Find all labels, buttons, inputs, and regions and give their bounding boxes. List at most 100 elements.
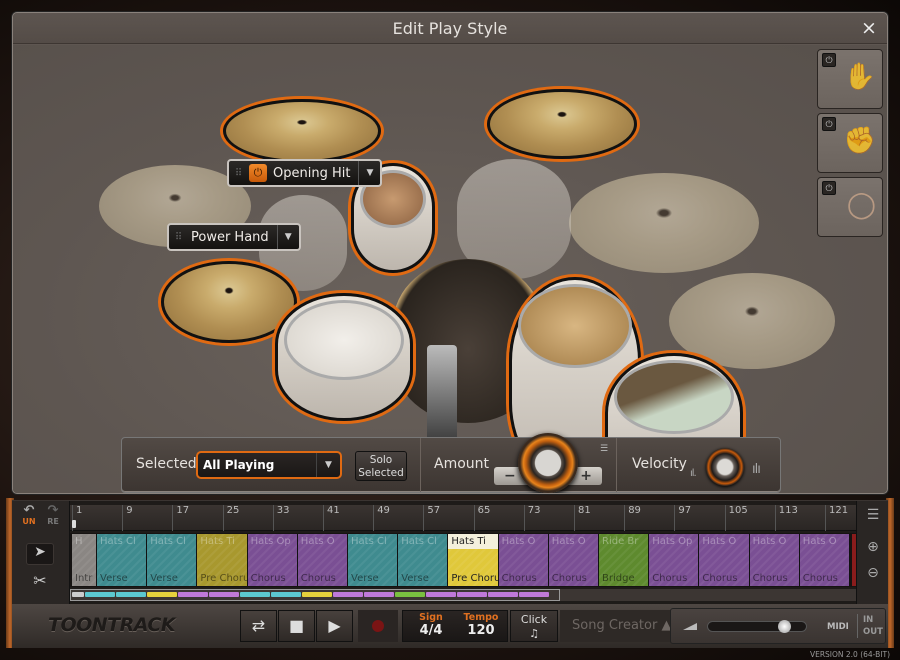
block-section: Chorus [802, 573, 838, 584]
percussion-tambourine[interactable]: ⏻ ◯ [817, 177, 883, 237]
song-block[interactable]: Hats Cl Verse [97, 534, 148, 586]
volume-slider-thumb[interactable] [778, 620, 791, 633]
snare-drum[interactable] [275, 293, 413, 421]
ruler-tick: 65 [473, 505, 490, 531]
song-block[interactable]: H Intr [72, 534, 97, 586]
song-block[interactable]: Hats O Chorus [699, 534, 750, 586]
song-block[interactable]: Hats O Chorus [297, 534, 348, 586]
ruler-tick: 97 [674, 505, 691, 531]
velocity-knob[interactable] [706, 448, 744, 486]
dialog-title: Edit Play Style [392, 19, 508, 38]
ruler-tick: 41 [323, 505, 340, 531]
zoom-out-icon[interactable]: ⊖ [862, 565, 884, 581]
tambourine-icon: ◯ [846, 190, 876, 220]
amount-knob[interactable] [518, 433, 578, 493]
midi-out-label: OUT [863, 627, 883, 637]
midi-in-label: IN [863, 615, 874, 625]
ruler-tick: 81 [574, 505, 591, 531]
stop-button[interactable]: ■ [278, 610, 315, 642]
undo-button[interactable]: ↶ UN [18, 503, 40, 526]
power-icon[interactable]: ⏻ [822, 53, 836, 67]
velocity-high-icon: ılı [752, 462, 761, 477]
pointer-tool-button[interactable]: ➤ [26, 543, 54, 565]
record-button[interactable] [358, 610, 398, 642]
overview-viewport[interactable] [70, 589, 560, 601]
song-block[interactable]: Hats O Chorus [548, 534, 599, 586]
selected-dropdown[interactable]: All Playing ▼ [196, 451, 342, 479]
song-block[interactable]: Hats Ti Pre Chorus [197, 534, 248, 586]
dialog-titlebar: Edit Play Style × [13, 13, 887, 44]
block-section: Pre Chorus [200, 573, 246, 584]
edit-play-style-dialog: Edit Play Style × ⠿ ⏻ Opening Hit ▼ ⠿ Po… [12, 12, 888, 494]
percussion-shaker[interactable]: ⏻ ✊ [817, 113, 883, 173]
amount-label: Amount [434, 456, 490, 472]
sign-display[interactable]: Sign 4/4 [409, 612, 453, 638]
undo-icon: ↶ [23, 503, 35, 518]
block-title: H [75, 536, 83, 547]
chevron-down-icon[interactable]: ▼ [358, 161, 380, 185]
sign-tempo-display[interactable]: Sign 4/4 Tempo 120 [402, 610, 508, 642]
song-block[interactable]: Hats Ti Pre Chorus [448, 534, 499, 586]
power-icon[interactable]: ⏻ [822, 117, 836, 131]
master-volume-slider[interactable] [707, 620, 807, 633]
block-title: Hats Ti [200, 536, 235, 547]
power-on-icon[interactable]: ⏻ [249, 164, 267, 182]
block-title: Hats O [802, 536, 837, 547]
drag-handle-icon[interactable]: ⠿ [229, 161, 249, 185]
block-title: Hats O [702, 536, 737, 547]
solo-selected-button[interactable]: Solo Selected [355, 451, 407, 481]
midi-in-out-indicator: IN OUT [857, 614, 883, 638]
block-section: Verse [150, 573, 178, 584]
block-title: Hats O [300, 536, 335, 547]
close-icon[interactable]: × [859, 18, 879, 38]
floor-tom-1-head [518, 284, 632, 368]
articulation-popup-power-hand[interactable]: ⠿ Power Hand ▼ [167, 223, 301, 251]
playhead-marker[interactable] [72, 520, 76, 528]
power-icon[interactable]: ⏻ [822, 181, 836, 195]
zoom-in-icon[interactable]: ⊕ [862, 539, 884, 555]
china-cymbal[interactable] [487, 89, 637, 159]
loop-button[interactable]: ⇄ [240, 610, 277, 642]
song-block[interactable]: Hats O Chorus [498, 534, 549, 586]
hand-claps-icon: ✋ [843, 62, 876, 92]
block-section: Bridge [602, 573, 635, 584]
articulation-label: Power Hand [191, 229, 269, 245]
percussion-hand-claps[interactable]: ⏻ ✋ [817, 49, 883, 109]
track-lane[interactable]: H Intr Hats Cl Verse Hats Cl Verse Hats Ti Pre … [70, 533, 858, 587]
redo-button[interactable]: ↷ RE [42, 504, 64, 526]
crash-cymbal-opening-hit[interactable] [223, 99, 381, 163]
track-menu-icon[interactable]: ☰ [862, 507, 884, 523]
drag-handle-icon[interactable]: ⠿ [169, 225, 189, 249]
block-section: Pre Chorus [451, 573, 497, 584]
snare-head [284, 300, 404, 380]
block-title: Hats Cl [351, 536, 387, 547]
song-block[interactable]: Hats O Chorus [799, 534, 850, 586]
song-track-editor: ↶ UN ↷ RE ➤ ✂ 1 9 17 25 33 41 49 57 65 73 81 89 97 10… [12, 500, 888, 605]
chevron-down-icon[interactable]: ▼ [276, 225, 299, 249]
song-block[interactable]: Hats Op Chorus [649, 534, 700, 586]
song-block[interactable]: Hats Op Chorus [247, 534, 298, 586]
ruler-tick: 89 [624, 505, 641, 531]
song-creator-button[interactable]: Song Creator ▲ [560, 610, 672, 642]
kick-pedal[interactable] [427, 345, 457, 449]
ride-cymbal[interactable] [569, 173, 759, 273]
articulation-popup-opening-hit[interactable]: ⠿ ⏻ Opening Hit ▼ [227, 159, 383, 187]
song-block[interactable]: Ride Br Bridge [599, 534, 650, 586]
song-block[interactable]: Hats Cl Verse [147, 534, 198, 586]
scissors-tool-button[interactable]: ✂ [26, 571, 54, 593]
toontrack-logo: TOONTRACK [48, 614, 176, 636]
block-section: Chorus [501, 573, 537, 584]
midi-label: MIDI [827, 622, 849, 632]
song-block[interactable]: Hats O Chorus [749, 534, 800, 586]
song-block[interactable]: Hats Cl Verse [398, 534, 449, 586]
timeline-ruler[interactable]: 1 9 17 25 33 41 49 57 65 73 81 89 97 105 113 121 [70, 505, 856, 531]
song-block[interactable]: Hats Cl Verse [348, 534, 399, 586]
play-button[interactable]: ▶ [316, 610, 353, 642]
app-window: Edit Play Style × ⠿ ⏻ Opening Hit ▼ ⠿ Po… [0, 0, 900, 660]
sign-label: Sign [419, 612, 443, 623]
ruler-tick: 25 [222, 505, 239, 531]
menu-icon[interactable]: ☰ [600, 444, 608, 454]
click-button[interactable]: Click ♫ [510, 610, 558, 642]
song-overview-scrollbar[interactable] [70, 589, 856, 601]
tempo-display[interactable]: Tempo 120 [459, 612, 503, 638]
